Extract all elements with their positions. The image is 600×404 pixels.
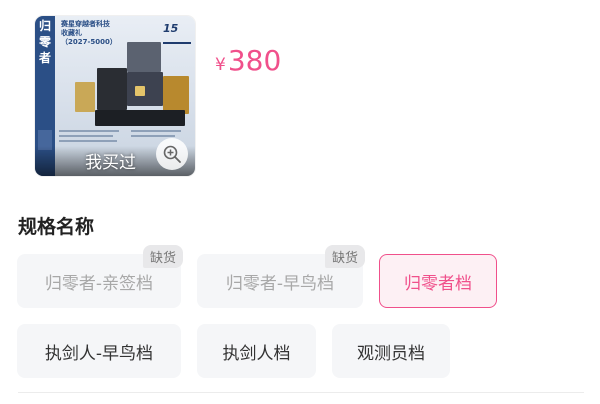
- spec-option-label: 归零者-早鸟档: [225, 273, 335, 294]
- thumbnail-caption-line: 收藏礼: [61, 29, 82, 37]
- zoom-button[interactable]: [156, 138, 188, 170]
- thumbnail-product-box: [135, 86, 145, 96]
- out-of-stock-badge: 缺货: [142, 245, 183, 268]
- zoom-in-icon: [163, 145, 181, 163]
- spec-option-selected[interactable]: 归零者档: [379, 254, 497, 308]
- thumbnail-text-line: [59, 130, 119, 132]
- thumbnail-text-line: [131, 135, 175, 137]
- spec-option-label: 执剑人档: [222, 343, 291, 364]
- thumbnail-text-line: [59, 135, 113, 137]
- bought-label: 我买过: [85, 153, 136, 173]
- price-value: 380: [227, 44, 282, 77]
- spec-option[interactable]: 执剑人-早鸟档: [17, 324, 181, 378]
- spec-option-label: 观测员档: [357, 343, 425, 364]
- thumbnail-product-box: [127, 42, 161, 72]
- thumbnail-text-line: [59, 140, 117, 142]
- price-currency: ¥: [215, 55, 226, 75]
- product-thumbnail[interactable]: 归零者 赛星穿越者科技 收藏礼 （2027-5000） 15 我买过: [35, 16, 195, 176]
- thumbnail-product-box: [95, 110, 185, 126]
- spec-option[interactable]: 执剑人档: [197, 324, 316, 378]
- thumbnail-text-line: [131, 130, 181, 132]
- out-of-stock-badge: 缺货: [324, 245, 365, 268]
- spec-option[interactable]: 归零者-早鸟档 缺货: [197, 245, 365, 308]
- spec-option-label: 执剑人-早鸟档: [44, 343, 154, 364]
- spec-option-label: 归零者档: [404, 273, 472, 294]
- thumbnail-product-box: [163, 76, 189, 114]
- thumbnail-caption-line: 赛星穿越者科技: [61, 20, 110, 28]
- price: ¥380: [215, 44, 281, 77]
- thumbnail-product-box: [97, 68, 127, 110]
- spec-option-label: 归零者-亲签档: [44, 273, 154, 294]
- thumbnail-product-box: [75, 82, 95, 112]
- thumbnail-product-box: [127, 72, 163, 106]
- spec-section-title: 规格名称: [18, 216, 95, 238]
- thumbnail-logo: 15: [163, 22, 191, 44]
- thumbnail-side-text: 归零者: [38, 19, 51, 65]
- spec-option[interactable]: 归零者-亲签档 缺货: [17, 245, 183, 308]
- divider: [18, 392, 584, 393]
- spec-option[interactable]: 观测员档: [332, 324, 450, 378]
